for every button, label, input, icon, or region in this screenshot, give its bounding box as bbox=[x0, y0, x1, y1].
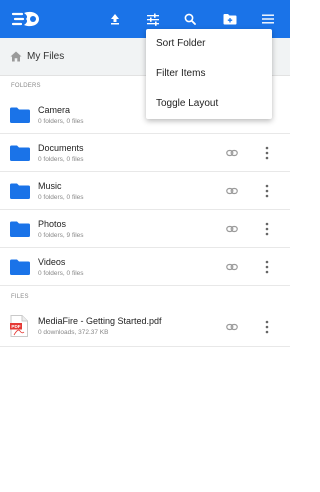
upload-icon[interactable] bbox=[105, 9, 125, 29]
folder-meta: 0 folders, 0 files bbox=[38, 156, 84, 163]
more-options-icon[interactable] bbox=[265, 260, 269, 274]
file-meta: 0 downloads, 372.37 KB bbox=[38, 329, 109, 336]
share-link-icon[interactable] bbox=[226, 224, 238, 234]
share-link-icon[interactable] bbox=[226, 186, 238, 196]
share-link-icon[interactable] bbox=[226, 148, 238, 158]
folder-row[interactable]: Videos 0 folders, 0 files bbox=[0, 248, 290, 286]
folder-icon bbox=[10, 183, 30, 199]
menu-item-sort-folder[interactable]: Sort Folder bbox=[156, 38, 205, 49]
search-icon[interactable] bbox=[180, 9, 200, 29]
folder-name: Videos bbox=[38, 257, 66, 267]
hamburger-menu-icon[interactable] bbox=[258, 9, 278, 29]
folder-row[interactable]: Documents 0 folders, 0 files bbox=[0, 134, 290, 172]
more-options-icon[interactable] bbox=[265, 146, 269, 160]
folder-name: Documents bbox=[38, 143, 84, 153]
folder-name: Camera bbox=[38, 105, 71, 115]
files-section-header: FILES bbox=[11, 294, 29, 300]
folder-row[interactable]: Music 0 folders, 0 files bbox=[0, 172, 290, 210]
more-options-icon[interactable] bbox=[265, 222, 269, 236]
folder-meta: 0 folders, 0 files bbox=[38, 194, 84, 201]
new-folder-icon[interactable] bbox=[220, 9, 240, 29]
folder-icon bbox=[10, 107, 30, 123]
svg-text:PDF: PDF bbox=[11, 324, 20, 329]
folders-section-header: FOLDERS bbox=[11, 83, 41, 89]
folder-icon bbox=[10, 145, 30, 161]
menu-item-toggle-layout[interactable]: Toggle Layout bbox=[156, 98, 218, 109]
home-icon[interactable] bbox=[10, 51, 22, 62]
more-options-icon[interactable] bbox=[265, 184, 269, 198]
folder-row[interactable]: Photos 0 folders, 9 files bbox=[0, 210, 290, 248]
folder-icon bbox=[10, 259, 30, 275]
filter-sliders-icon[interactable] bbox=[143, 9, 163, 29]
folder-meta: 0 folders, 0 files bbox=[38, 118, 84, 125]
folder-meta: 0 folders, 9 files bbox=[38, 232, 84, 239]
file-row[interactable]: PDF MediaFire - Getting Started.pdf 0 do… bbox=[0, 307, 290, 347]
folder-meta: 0 folders, 0 files bbox=[38, 270, 84, 277]
overflow-menu: Sort Folder Filter Items Toggle Layout bbox=[146, 29, 272, 119]
folder-icon bbox=[10, 221, 30, 237]
share-link-icon[interactable] bbox=[226, 262, 238, 272]
folder-name: Music bbox=[38, 181, 62, 191]
mediafire-logo-icon[interactable] bbox=[11, 9, 41, 29]
breadcrumb-title[interactable]: My Files bbox=[27, 51, 64, 62]
file-name: MediaFire - Getting Started.pdf bbox=[38, 316, 162, 326]
pdf-icon-label: PDF bbox=[11, 324, 20, 329]
folder-name: Photos bbox=[38, 219, 67, 229]
more-options-icon[interactable] bbox=[265, 320, 269, 334]
share-link-icon[interactable] bbox=[226, 322, 238, 332]
menu-item-filter-items[interactable]: Filter Items bbox=[156, 68, 205, 79]
